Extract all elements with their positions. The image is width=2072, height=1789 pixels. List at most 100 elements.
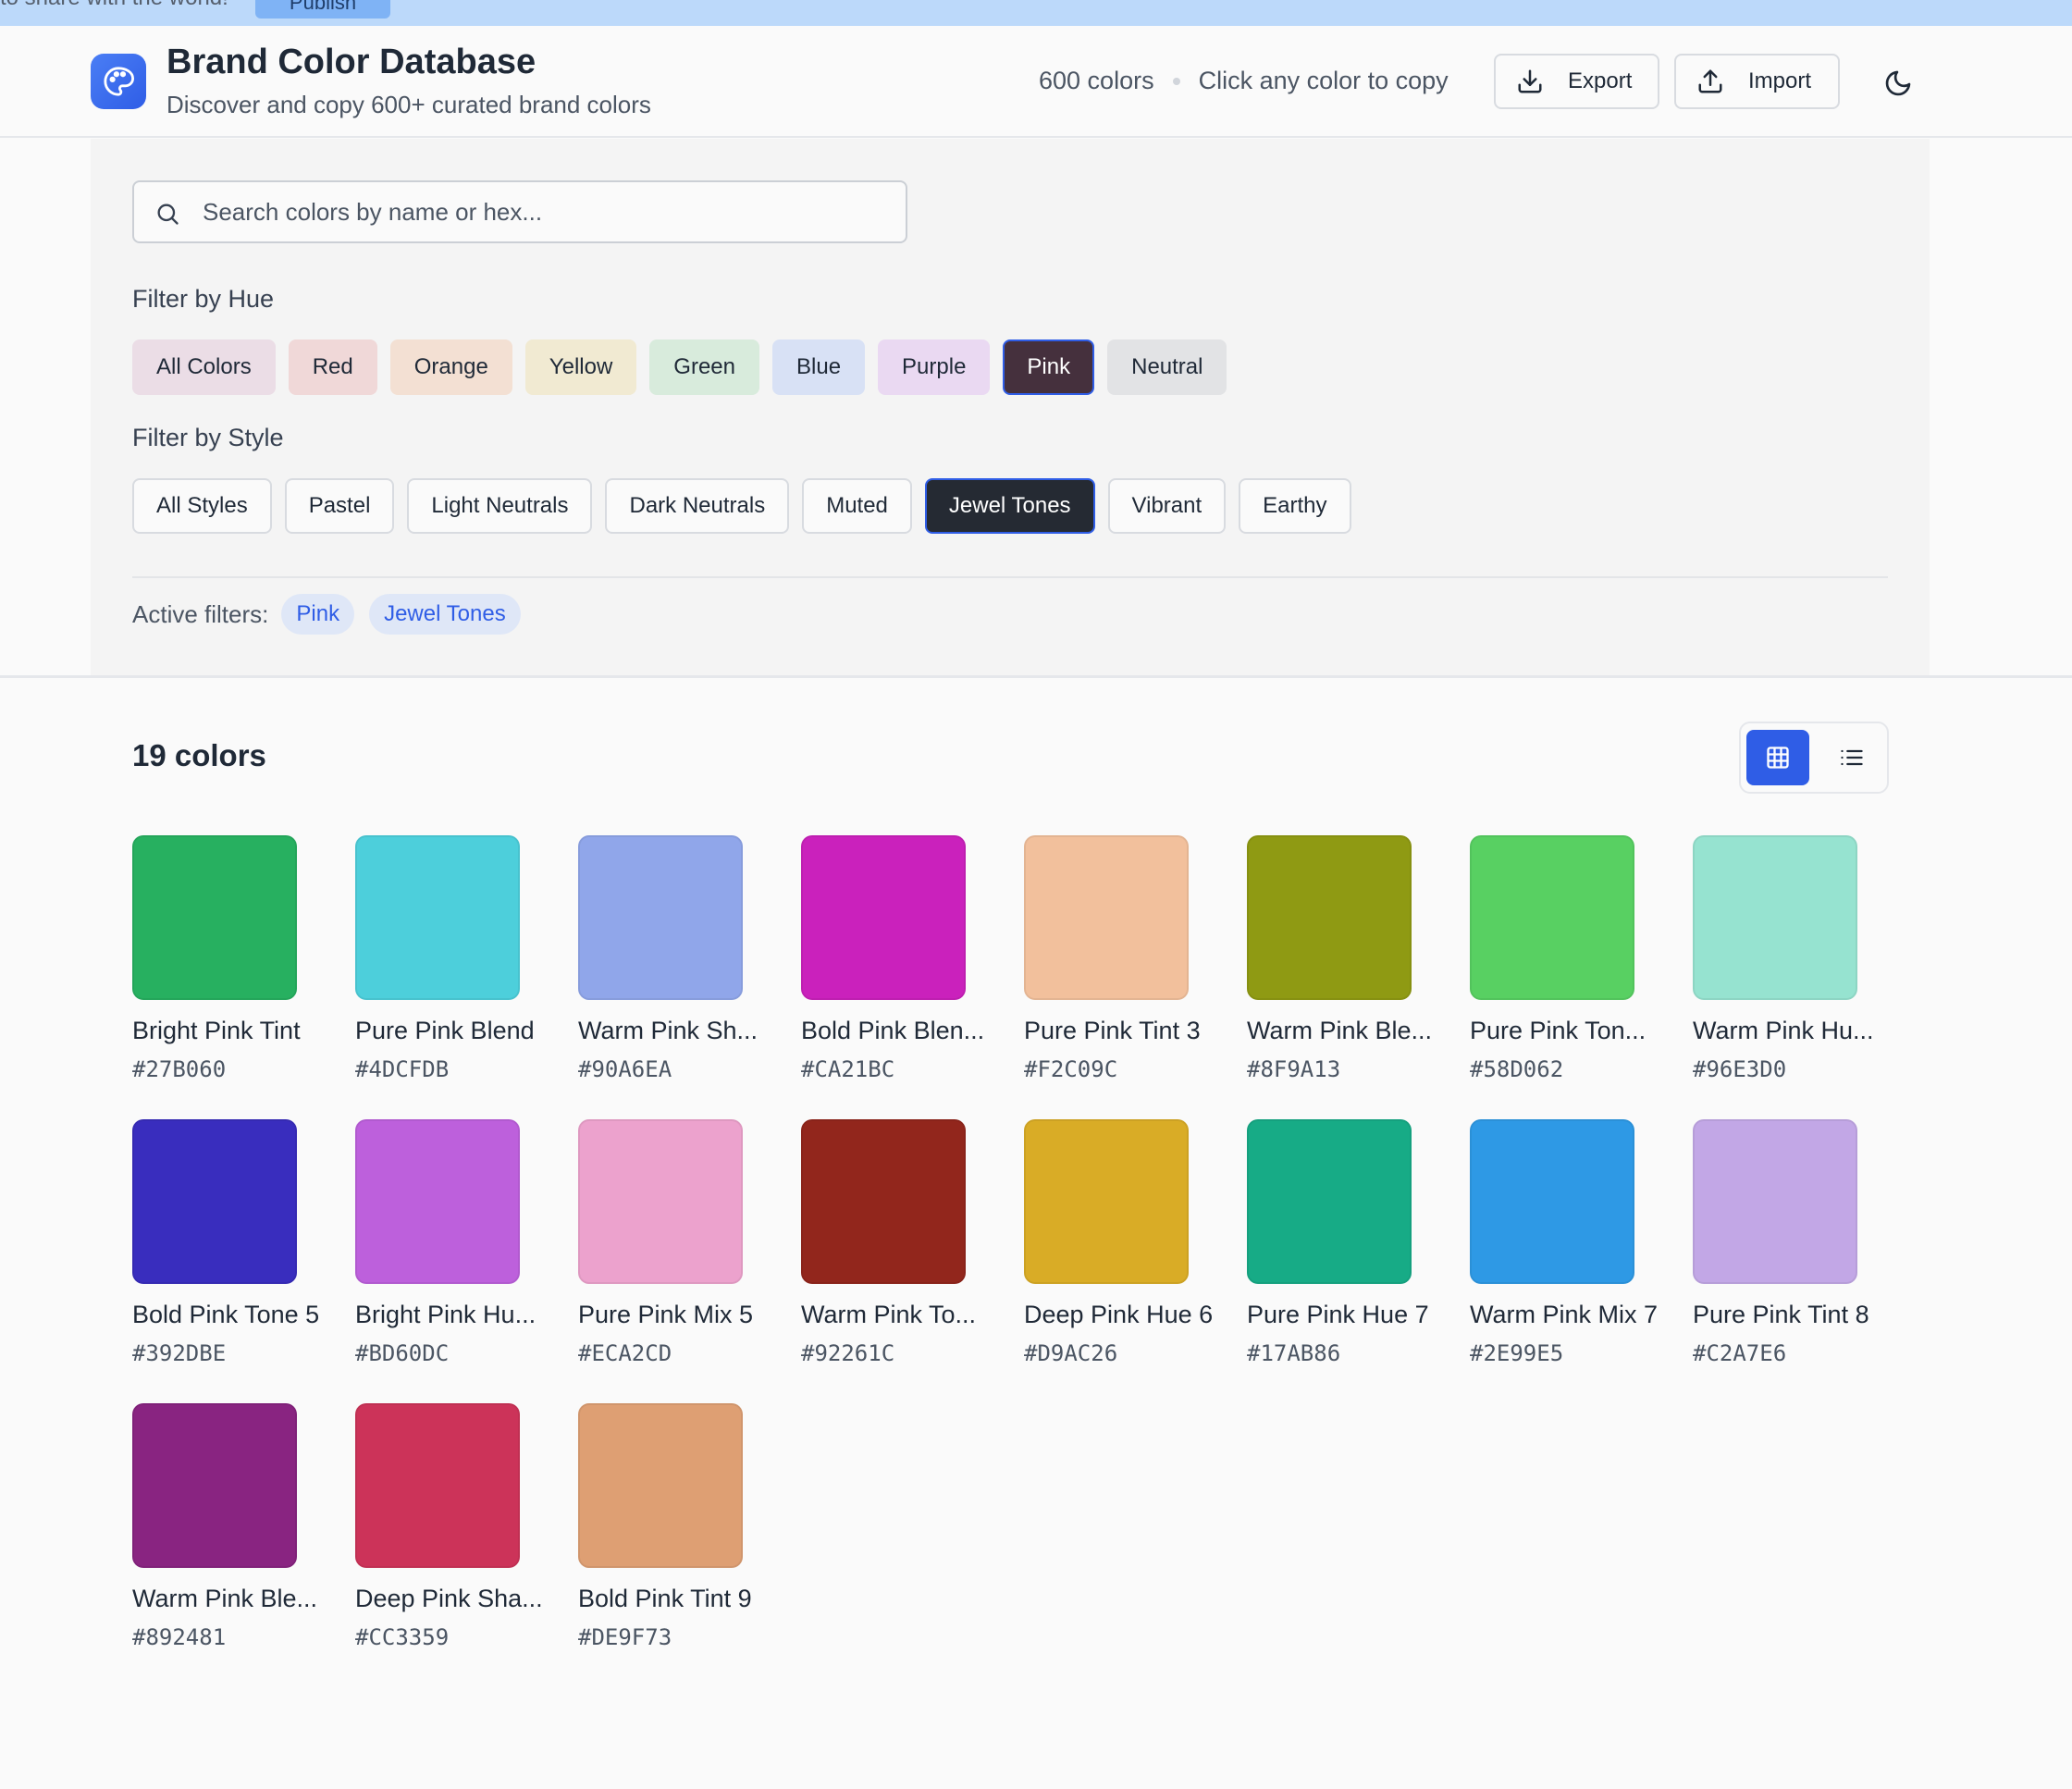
color-card[interactable]: Pure Pink Hue 7 #17AB86 bbox=[1247, 1119, 1460, 1403]
color-hex: #CC3359 bbox=[355, 1624, 450, 1650]
active-filter-tag[interactable]: Jewel Tones bbox=[369, 594, 521, 635]
color-card[interactable]: Bold Pink Tone 5 #392DBE bbox=[132, 1119, 345, 1403]
color-card[interactable]: Pure Pink Tint 3 #F2C09C bbox=[1024, 835, 1237, 1119]
color-card[interactable]: Warm Pink Ble... #8F9A13 bbox=[1247, 835, 1460, 1119]
color-name: Pure Pink Ton... bbox=[1470, 1017, 1646, 1044]
color-card[interactable]: Pure Pink Ton... #58D062 bbox=[1470, 835, 1683, 1119]
hue-chip-yellow[interactable]: Yellow bbox=[524, 339, 637, 395]
hue-chip-all-colors[interactable]: All Colors bbox=[132, 339, 276, 395]
color-name: Pure Pink Hue 7 bbox=[1247, 1301, 1429, 1328]
color-swatch[interactable] bbox=[578, 835, 743, 1000]
color-swatch[interactable] bbox=[1247, 835, 1412, 1000]
hue-filter-label: Filter by Hue bbox=[132, 285, 275, 313]
header-stats: 600 colors Click any color to copy bbox=[1039, 67, 1449, 95]
banner-text: to share with the world! bbox=[0, 0, 228, 11]
separator-dot bbox=[1172, 77, 1180, 85]
color-card[interactable]: Warm Pink Mix 7 #2E99E5 bbox=[1470, 1119, 1683, 1403]
color-swatch[interactable] bbox=[801, 835, 966, 1000]
color-hex: #DE9F73 bbox=[578, 1624, 672, 1650]
color-swatch[interactable] bbox=[578, 1119, 743, 1284]
color-hex: #90A6EA bbox=[578, 1056, 672, 1082]
color-name: Pure Pink Tint 3 bbox=[1024, 1017, 1201, 1044]
active-filters: Active filters: Pink Jewel Tones bbox=[132, 593, 536, 635]
color-swatch[interactable] bbox=[355, 1119, 520, 1284]
color-swatch[interactable] bbox=[801, 1119, 966, 1284]
publish-button[interactable]: Publish bbox=[255, 0, 390, 19]
color-swatch[interactable] bbox=[578, 1403, 743, 1568]
color-hex: #17AB86 bbox=[1247, 1340, 1341, 1366]
color-name: Warm Pink Sh... bbox=[578, 1017, 758, 1044]
download-icon bbox=[1518, 69, 1542, 93]
color-card[interactable]: Warm Pink To... #92261C bbox=[801, 1119, 1014, 1403]
color-card[interactable]: Deep Pink Sha... #CC3359 bbox=[355, 1403, 568, 1687]
color-hex: #58D062 bbox=[1470, 1056, 1564, 1082]
style-chip-jewel-tones[interactable]: Jewel Tones bbox=[924, 478, 1095, 534]
color-card[interactable]: Bright Pink Hu... #BD60DC bbox=[355, 1119, 568, 1403]
color-card[interactable]: Bold Pink Blen... #CA21BC bbox=[801, 835, 1014, 1119]
search-box bbox=[132, 180, 907, 243]
color-card[interactable]: Warm Pink Sh... #90A6EA bbox=[578, 835, 791, 1119]
color-hex: #D9AC26 bbox=[1024, 1340, 1118, 1366]
color-card[interactable]: Pure Pink Tint 8 #C2A7E6 bbox=[1693, 1119, 1906, 1403]
style-chip-dark-neutrals[interactable]: Dark Neutrals bbox=[605, 478, 790, 534]
color-swatch[interactable] bbox=[1247, 1119, 1412, 1284]
filters-divider bbox=[132, 576, 1888, 578]
color-name: Warm Pink Mix 7 bbox=[1470, 1301, 1659, 1328]
style-chip-pastel[interactable]: Pastel bbox=[284, 478, 395, 534]
color-name: Bold Pink Blen... bbox=[801, 1017, 985, 1044]
color-card[interactable]: Pure Pink Blend #4DCFDB bbox=[355, 835, 568, 1119]
color-hex: #C2A7E6 bbox=[1693, 1340, 1787, 1366]
hue-chip-purple[interactable]: Purple bbox=[878, 339, 991, 395]
color-name: Warm Pink Hu... bbox=[1693, 1017, 1874, 1044]
color-hex: #8F9A13 bbox=[1247, 1056, 1341, 1082]
style-chip-muted[interactable]: Muted bbox=[802, 478, 912, 534]
moon-icon[interactable] bbox=[1883, 68, 1913, 98]
view-toggle bbox=[1739, 722, 1889, 794]
color-hex: #27B060 bbox=[132, 1056, 227, 1082]
color-swatch[interactable] bbox=[132, 835, 297, 1000]
upload-icon bbox=[1698, 69, 1722, 93]
style-chip-light-neutrals[interactable]: Light Neutrals bbox=[407, 478, 593, 534]
search-input[interactable] bbox=[203, 182, 887, 241]
hue-chip-red[interactable]: Red bbox=[288, 339, 377, 395]
color-name: Warm Pink To... bbox=[801, 1301, 977, 1328]
color-swatch[interactable] bbox=[1470, 1119, 1634, 1284]
color-hex: #4DCFDB bbox=[355, 1056, 450, 1082]
color-swatch[interactable] bbox=[1693, 835, 1857, 1000]
hue-chip-green[interactable]: Green bbox=[649, 339, 759, 395]
color-swatch[interactable] bbox=[132, 1119, 297, 1284]
page-subtitle: Discover and copy 600+ curated brand col… bbox=[166, 91, 651, 118]
color-card[interactable]: Warm Pink Hu... #96E3D0 bbox=[1693, 835, 1906, 1119]
grid-view-button[interactable] bbox=[1746, 730, 1809, 785]
hue-chip-neutral[interactable]: Neutral bbox=[1107, 339, 1227, 395]
color-swatch[interactable] bbox=[1470, 835, 1634, 1000]
color-swatch[interactable] bbox=[132, 1403, 297, 1568]
color-swatch[interactable] bbox=[355, 835, 520, 1000]
color-swatch[interactable] bbox=[1693, 1119, 1857, 1284]
color-card[interactable]: Warm Pink Ble... #892481 bbox=[132, 1403, 345, 1687]
color-name: Bold Pink Tint 9 bbox=[578, 1585, 752, 1612]
hue-chip-orange[interactable]: Orange bbox=[389, 339, 512, 395]
color-card[interactable]: Bold Pink Tint 9 #DE9F73 bbox=[578, 1403, 791, 1687]
color-swatch[interactable] bbox=[355, 1403, 520, 1568]
color-card[interactable]: Bright Pink Tint #27B060 bbox=[132, 835, 345, 1119]
style-chip-all-styles[interactable]: All Styles bbox=[132, 478, 272, 534]
list-view-button[interactable] bbox=[1820, 730, 1883, 785]
hue-chip-pink[interactable]: Pink bbox=[1003, 339, 1095, 395]
export-button[interactable]: Export bbox=[1494, 54, 1659, 109]
color-name: Bold Pink Tone 5 bbox=[132, 1301, 320, 1328]
color-card[interactable]: Pure Pink Mix 5 #ECA2CD bbox=[578, 1119, 791, 1403]
style-filter-row: All Styles Pastel Light Neutrals Dark Neutr… bbox=[132, 478, 1351, 534]
export-label: Export bbox=[1568, 68, 1633, 93]
color-card[interactable]: Deep Pink Hue 6 #D9AC26 bbox=[1024, 1119, 1237, 1403]
color-swatch[interactable] bbox=[1024, 835, 1189, 1000]
style-chip-vibrant[interactable]: Vibrant bbox=[1107, 478, 1227, 534]
filters-panel: Filter by Hue All ColorsRedOrangeYellowG… bbox=[91, 139, 1930, 675]
import-button[interactable]: Import bbox=[1674, 54, 1840, 109]
import-label: Import bbox=[1748, 68, 1812, 93]
hue-chip-blue[interactable]: Blue bbox=[772, 339, 866, 395]
color-swatch[interactable] bbox=[1024, 1119, 1189, 1284]
palette-logo-icon bbox=[91, 54, 146, 109]
active-filter-tag[interactable]: Pink bbox=[281, 594, 355, 635]
style-chip-earthy[interactable]: Earthy bbox=[1239, 478, 1351, 534]
